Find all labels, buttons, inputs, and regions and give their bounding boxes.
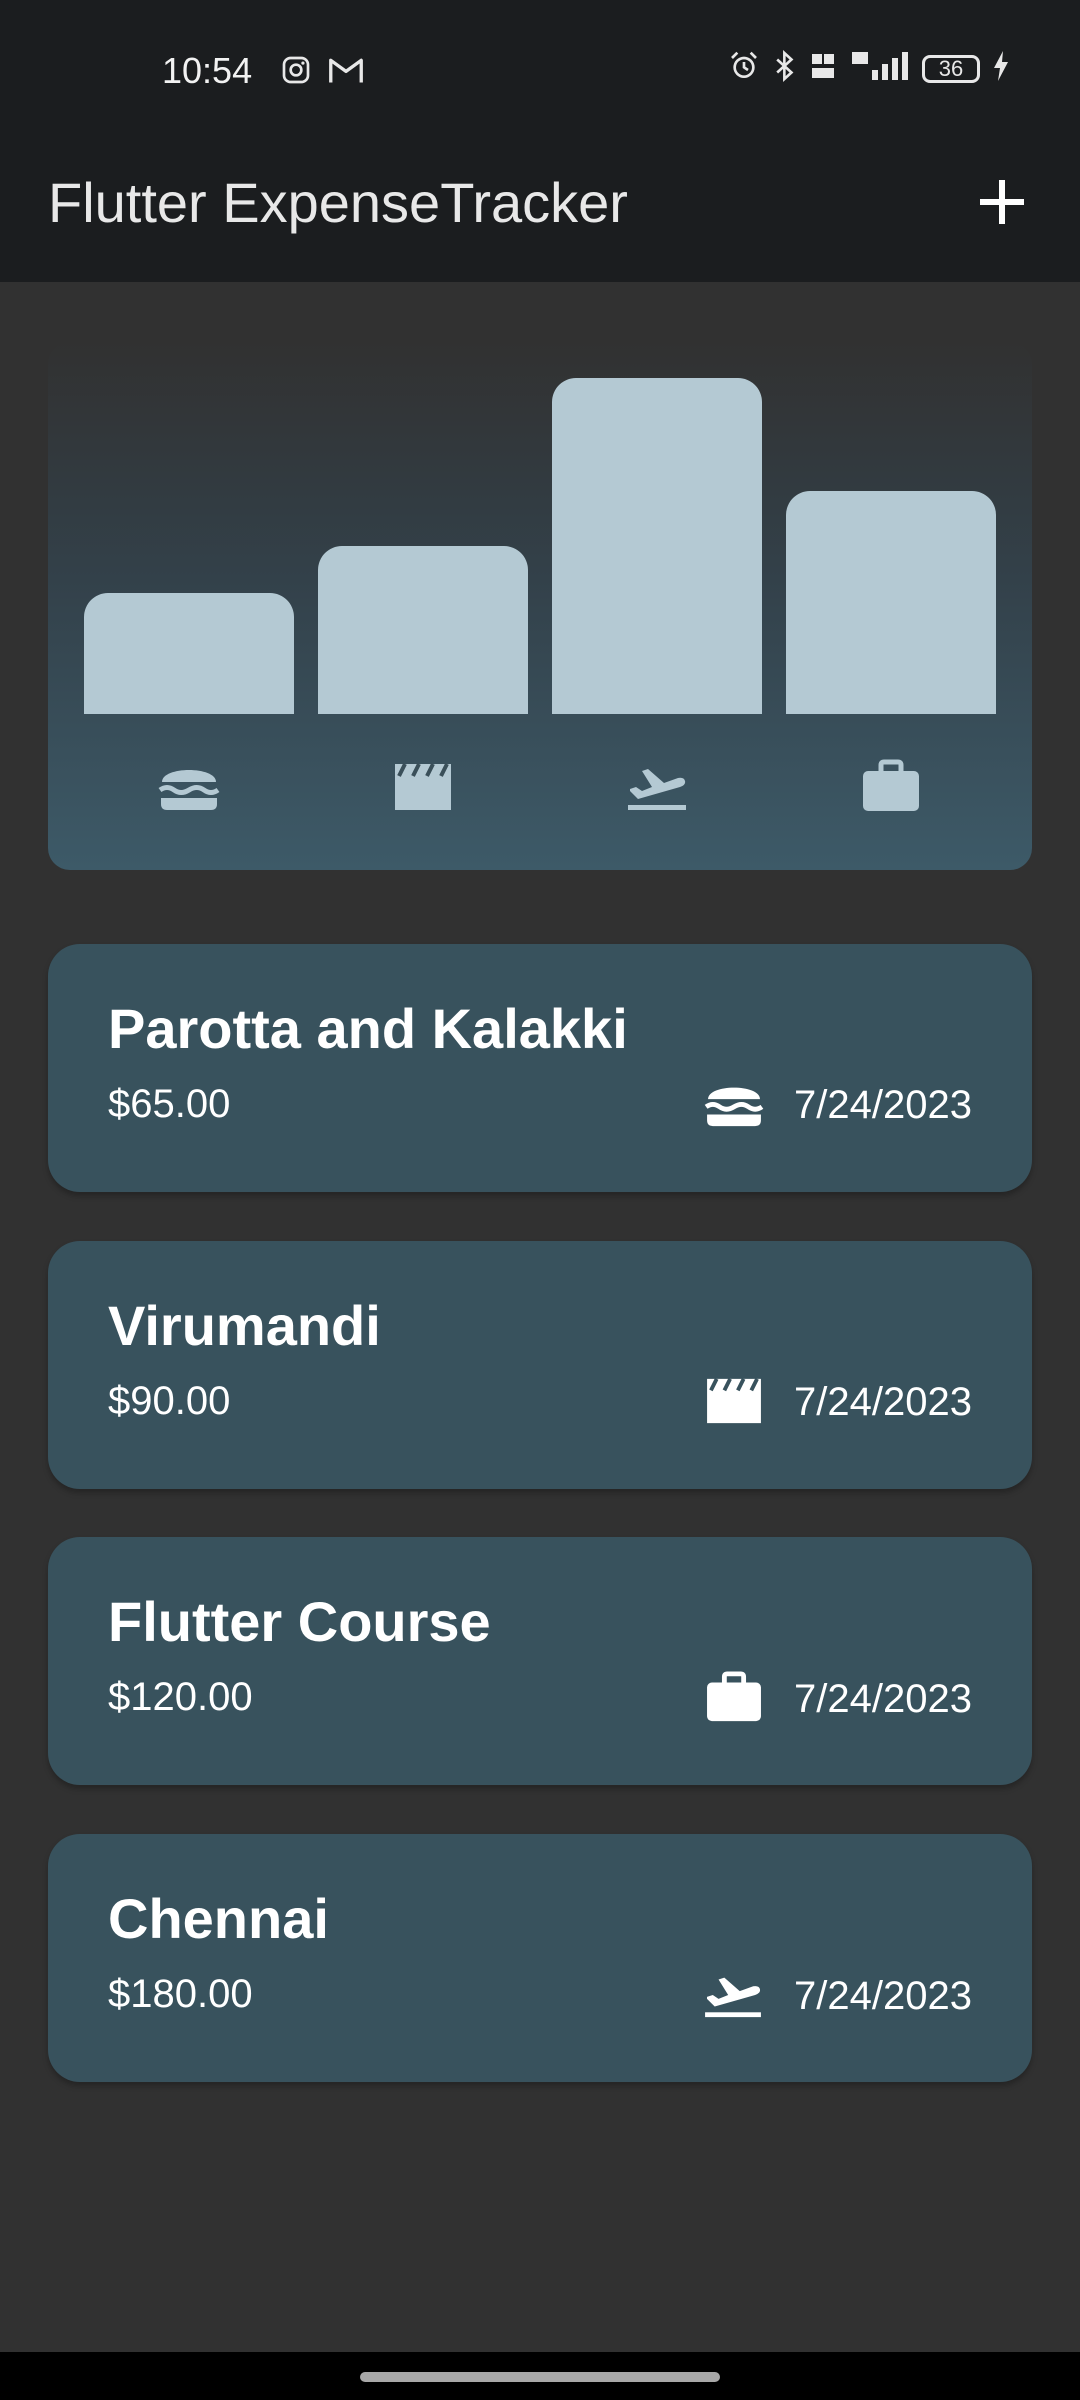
home-gesture-handle[interactable] (360, 2372, 720, 2382)
burger-icon (704, 1078, 764, 1133)
movie-clapper-icon (704, 1375, 764, 1430)
expense-item[interactable]: Virumandi $90.00 7/24/2023 (48, 1241, 1032, 1489)
add-expense-button[interactable] (960, 162, 1044, 246)
briefcase-icon (704, 1671, 764, 1728)
bluetooth-icon (772, 50, 798, 88)
gesture-nav-bar (0, 2352, 1080, 2400)
expense-item[interactable]: Chennai $180.00 7/24/2023 (48, 1834, 1032, 2082)
status-time: 10:54 (162, 50, 253, 91)
expense-title: Flutter Course (108, 1590, 491, 1653)
chart-bar-food (84, 593, 294, 714)
expense-date: 7/24/2023 (794, 1677, 972, 1721)
plus-icon (978, 178, 1026, 231)
expense-amount: $120.00 (108, 1675, 253, 1719)
expense-amount: $90.00 (108, 1379, 231, 1423)
battery-level: 36 (938, 56, 964, 81)
burger-icon (84, 750, 294, 822)
movie-clapper-icon (318, 750, 528, 822)
expense-date: 7/24/2023 (794, 1083, 972, 1127)
briefcase-icon (786, 750, 996, 822)
flight-takeoff-icon (552, 750, 762, 822)
chart-bar-work (786, 491, 996, 714)
expense-title: Parotta and Kalakki (108, 997, 628, 1060)
gmail-icon (328, 54, 364, 91)
app-title: Flutter ExpenseTracker (48, 171, 628, 234)
chart-bar-travel (552, 378, 762, 714)
alarm-icon (728, 50, 760, 88)
notification-icons (280, 54, 364, 91)
instagram-icon (280, 54, 312, 91)
expense-date: 7/24/2023 (794, 1380, 972, 1424)
status-bar: 10:54 36 (0, 0, 1080, 142)
5g-signal-icon (850, 50, 910, 88)
status-icons: 36 (728, 50, 1010, 88)
expense-item[interactable]: Flutter Course $120.00 7/24/2023 (48, 1537, 1032, 1785)
expense-title: Chennai (108, 1887, 329, 1950)
chart-bars (84, 342, 996, 714)
expense-date: 7/24/2023 (794, 1974, 972, 2018)
expense-chart (48, 342, 1032, 870)
battery-indicator: 36 (922, 55, 980, 83)
expense-amount: $65.00 (108, 1082, 231, 1126)
expense-title: Virumandi (108, 1294, 381, 1357)
expense-amount: $180.00 (108, 1972, 253, 2016)
expense-item[interactable]: Parotta and Kalakki $65.00 7/24/2023 (48, 944, 1032, 1192)
flight-takeoff-icon (702, 1968, 764, 2025)
charging-bolt-icon (992, 50, 1010, 88)
chart-bar-leisure (318, 546, 528, 714)
chart-category-icons (84, 750, 996, 822)
app-bar: Flutter ExpenseTracker (0, 142, 1080, 282)
volte-icon (810, 50, 838, 88)
